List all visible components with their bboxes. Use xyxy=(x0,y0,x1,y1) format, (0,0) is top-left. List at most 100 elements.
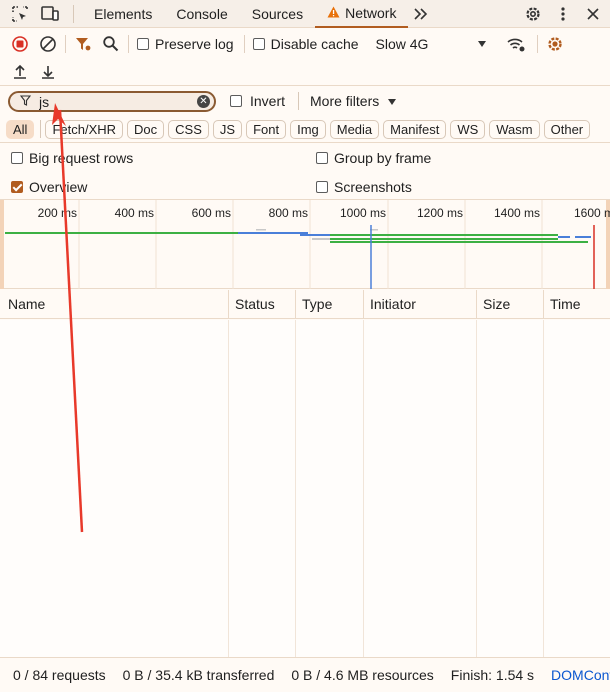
clear-log-icon[interactable] xyxy=(37,33,59,55)
overview-tick: 800 ms xyxy=(269,206,308,220)
preserve-log-checkbox[interactable] xyxy=(137,37,149,50)
invert-label: Invert xyxy=(250,93,286,109)
overview-tick: 1600 ms xyxy=(574,206,610,220)
column-divider xyxy=(295,320,296,657)
screenshots-label: Screenshots xyxy=(334,179,412,195)
finish-time: Finish: 1.54 s xyxy=(450,667,535,683)
devtools-tab-bar: Elements Console Sources Network xyxy=(0,0,610,28)
chip-media[interactable]: Media xyxy=(329,119,380,139)
chip-js[interactable]: JS xyxy=(212,119,243,139)
column-header-type[interactable]: Type xyxy=(295,290,364,319)
close-devtools-icon[interactable] xyxy=(582,3,604,25)
big-request-rows-option[interactable]: Big request rows xyxy=(11,150,133,166)
filter-input-box[interactable]: ✕ xyxy=(8,91,216,112)
screenshots-checkbox[interactable] xyxy=(316,181,328,193)
column-divider xyxy=(228,320,229,657)
settings-gear-icon[interactable] xyxy=(522,3,544,25)
overview-request-bars xyxy=(5,229,591,243)
network-toolbar: Preserve log Disable cache Slow 4G xyxy=(0,29,610,58)
requests-count: 0 / 84 requests xyxy=(13,667,106,683)
toolbar-divider xyxy=(128,34,129,53)
group-by-frame-checkbox[interactable] xyxy=(316,152,328,164)
invert-checkbox[interactable] xyxy=(230,95,242,107)
chip-font[interactable]: Font xyxy=(246,119,287,139)
column-header-status[interactable]: Status xyxy=(228,290,296,319)
column-header-initiator[interactable]: Initiator xyxy=(363,290,477,319)
more-tabs-icon[interactable] xyxy=(410,3,432,25)
group-by-frame-label: Group by frame xyxy=(334,150,432,166)
overview-checkbox[interactable] xyxy=(11,181,23,193)
more-filters-label: More filters xyxy=(310,93,380,109)
overview-label: Overview xyxy=(29,179,88,195)
transferred-size: 0 B / 35.4 kB transferred xyxy=(122,667,275,683)
kebab-menu-icon[interactable] xyxy=(552,3,574,25)
toolbar-divider xyxy=(243,34,245,53)
chip-wasm[interactable]: Wasm xyxy=(489,119,540,139)
toolbar-divider xyxy=(40,120,42,138)
chip-fetch-xhr[interactable]: Fetch/XHR xyxy=(45,119,124,139)
overview-tick: 1000 ms xyxy=(340,206,386,220)
filter-funnel-small-icon xyxy=(19,94,32,109)
chip-doc[interactable]: Doc xyxy=(127,119,165,139)
resources-size: 0 B / 4.6 MB resources xyxy=(291,667,434,683)
more-filters-dropdown[interactable]: More filters xyxy=(310,93,397,109)
network-status-bar: 0 / 84 requests 0 B / 35.4 kB transferre… xyxy=(0,657,610,692)
chip-manifest[interactable]: Manifest xyxy=(383,119,447,139)
network-overview-timeline[interactable]: 200 ms 400 ms 600 ms 800 ms 1000 ms 1200… xyxy=(0,200,610,289)
import-export-toolbar xyxy=(0,58,610,86)
overview-tick: 400 ms xyxy=(115,206,154,220)
chip-img[interactable]: Img xyxy=(290,119,326,139)
filter-input[interactable] xyxy=(39,93,189,110)
throttle-select-value: Slow 4G xyxy=(375,35,429,52)
tab-console[interactable]: Console xyxy=(164,0,239,28)
disable-cache-checkbox[interactable] xyxy=(252,37,265,50)
chip-all[interactable]: All xyxy=(6,119,35,139)
preserve-log-label: Preserve log xyxy=(155,35,234,52)
overview-option[interactable]: Overview xyxy=(11,179,87,195)
column-header-size[interactable]: Size xyxy=(476,290,544,319)
column-header-name[interactable]: Name xyxy=(0,290,229,319)
device-toolbar-icon[interactable] xyxy=(39,3,61,25)
column-divider xyxy=(363,320,364,657)
toolbar-divider xyxy=(65,34,66,53)
chip-ws[interactable]: WS xyxy=(450,119,486,139)
request-table-header: Name Status Type Initiator Size Time xyxy=(0,290,610,319)
request-table-body xyxy=(0,320,610,657)
tab-network-label: Network xyxy=(345,4,397,21)
overview-tick: 1400 ms xyxy=(494,206,540,220)
throttle-select[interactable]: Slow 4G xyxy=(376,36,487,52)
chip-css[interactable]: CSS xyxy=(168,119,209,139)
network-settings-gear-icon[interactable] xyxy=(544,33,566,55)
stop-recording-icon[interactable] xyxy=(9,33,31,55)
column-divider xyxy=(543,320,544,657)
overview-tick: 200 ms xyxy=(38,206,77,220)
big-request-rows-label: Big request rows xyxy=(29,150,134,166)
overview-tick: 1200 ms xyxy=(417,206,463,220)
chevron-down-icon xyxy=(477,36,487,51)
warning-icon xyxy=(327,5,340,21)
tab-sources[interactable]: Sources xyxy=(240,0,315,28)
big-request-rows-checkbox[interactable] xyxy=(11,152,23,164)
resource-type-filter-bar: All Fetch/XHR Doc CSS JS Font Img Media … xyxy=(0,116,610,143)
inspect-element-icon[interactable] xyxy=(9,3,31,25)
toolbar-divider xyxy=(298,92,299,110)
network-conditions-icon[interactable] xyxy=(505,33,527,55)
group-by-frame-option[interactable]: Group by frame xyxy=(316,150,431,166)
export-har-icon[interactable] xyxy=(37,61,59,83)
screenshots-option[interactable]: Screenshots xyxy=(316,179,412,195)
tab-elements[interactable]: Elements xyxy=(82,0,164,28)
overview-chart: 200 ms 400 ms 600 ms 800 ms 1000 ms 1200… xyxy=(5,200,610,289)
tab-network[interactable]: Network xyxy=(315,0,409,28)
column-divider xyxy=(476,320,477,657)
overview-tick: 600 ms xyxy=(192,206,231,220)
clear-filter-icon[interactable]: ✕ xyxy=(197,95,210,108)
search-icon[interactable] xyxy=(100,33,122,55)
chevron-down-icon xyxy=(387,93,397,109)
column-header-time[interactable]: Time xyxy=(543,290,610,319)
domcontentloaded-time: DOMContentLoaded xyxy=(551,667,610,683)
chip-other[interactable]: Other xyxy=(543,119,591,139)
filter-funnel-icon[interactable] xyxy=(72,33,94,55)
toolbar-divider xyxy=(536,34,538,53)
import-har-icon[interactable] xyxy=(9,61,31,83)
disable-cache-label: Disable cache xyxy=(270,35,359,52)
